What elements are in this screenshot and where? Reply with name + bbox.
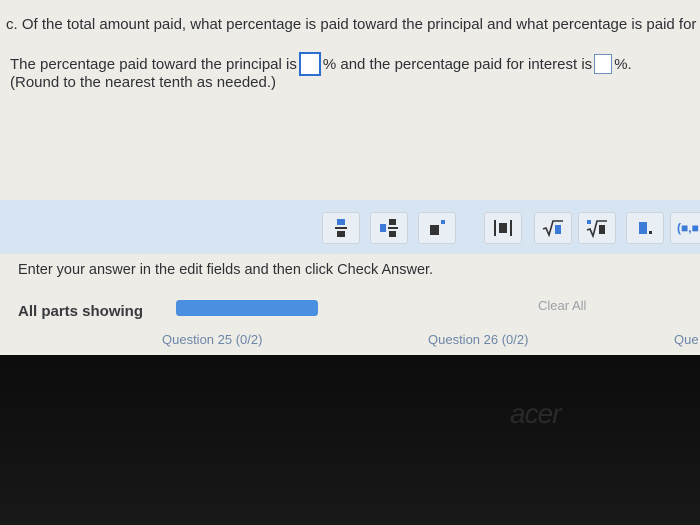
nth-root-button[interactable] [578, 212, 616, 244]
math-toolbar: (■,■ [0, 200, 700, 254]
absolute-value-button[interactable] [484, 212, 522, 244]
browser-screen: c. Of the total amount paid, what percen… [0, 0, 700, 355]
interest-label: % and the percentage paid for interest i… [322, 55, 593, 73]
all-parts-label: All parts showing [18, 303, 144, 320]
square-root-icon [542, 220, 563, 237]
instruction-text: Enter your answer in the edit fields and… [18, 262, 434, 278]
square-root-button[interactable] [534, 212, 572, 244]
clear-all-button[interactable]: Clear All [538, 298, 586, 313]
brand-logo: acer [510, 398, 561, 429]
principal-percent-input[interactable] [298, 52, 321, 76]
interest-percent-input[interactable] [594, 54, 613, 74]
laptop-bezel [0, 355, 700, 525]
fraction-icon [335, 219, 347, 237]
question-27-link[interactable]: Que [674, 332, 699, 347]
nth-root-icon [586, 220, 607, 238]
interval-icon: (■,■ [677, 221, 699, 235]
decimal-icon [639, 222, 652, 234]
decimal-button[interactable] [626, 212, 664, 244]
status-bar: All parts showing Clear All Question 25 … [0, 288, 700, 355]
progress-fill [176, 300, 318, 316]
mixed-number-button[interactable] [370, 212, 408, 244]
principal-label: The percentage paid toward the principal… [10, 55, 297, 73]
question-25-link[interactable]: Question 25 (0/2) [162, 332, 262, 347]
instruction-bar: Enter your answer in the edit fields and… [0, 254, 700, 288]
question-26-link[interactable]: Question 26 (0/2) [428, 332, 528, 347]
progress-bar [176, 300, 318, 316]
percent-suffix: %. [614, 55, 632, 73]
absolute-value-icon [494, 220, 512, 236]
interval-button[interactable]: (■,■ [670, 212, 700, 244]
answer-line: The percentage paid toward the principal… [10, 52, 632, 76]
exponent-button[interactable] [418, 212, 456, 244]
mixed-number-icon [380, 219, 398, 237]
fraction-button[interactable] [322, 212, 360, 244]
exponent-icon [430, 220, 445, 235]
round-note: (Round to the nearest tenth as needed.) [10, 74, 277, 91]
question-text: c. Of the total amount paid, what percen… [6, 16, 697, 33]
